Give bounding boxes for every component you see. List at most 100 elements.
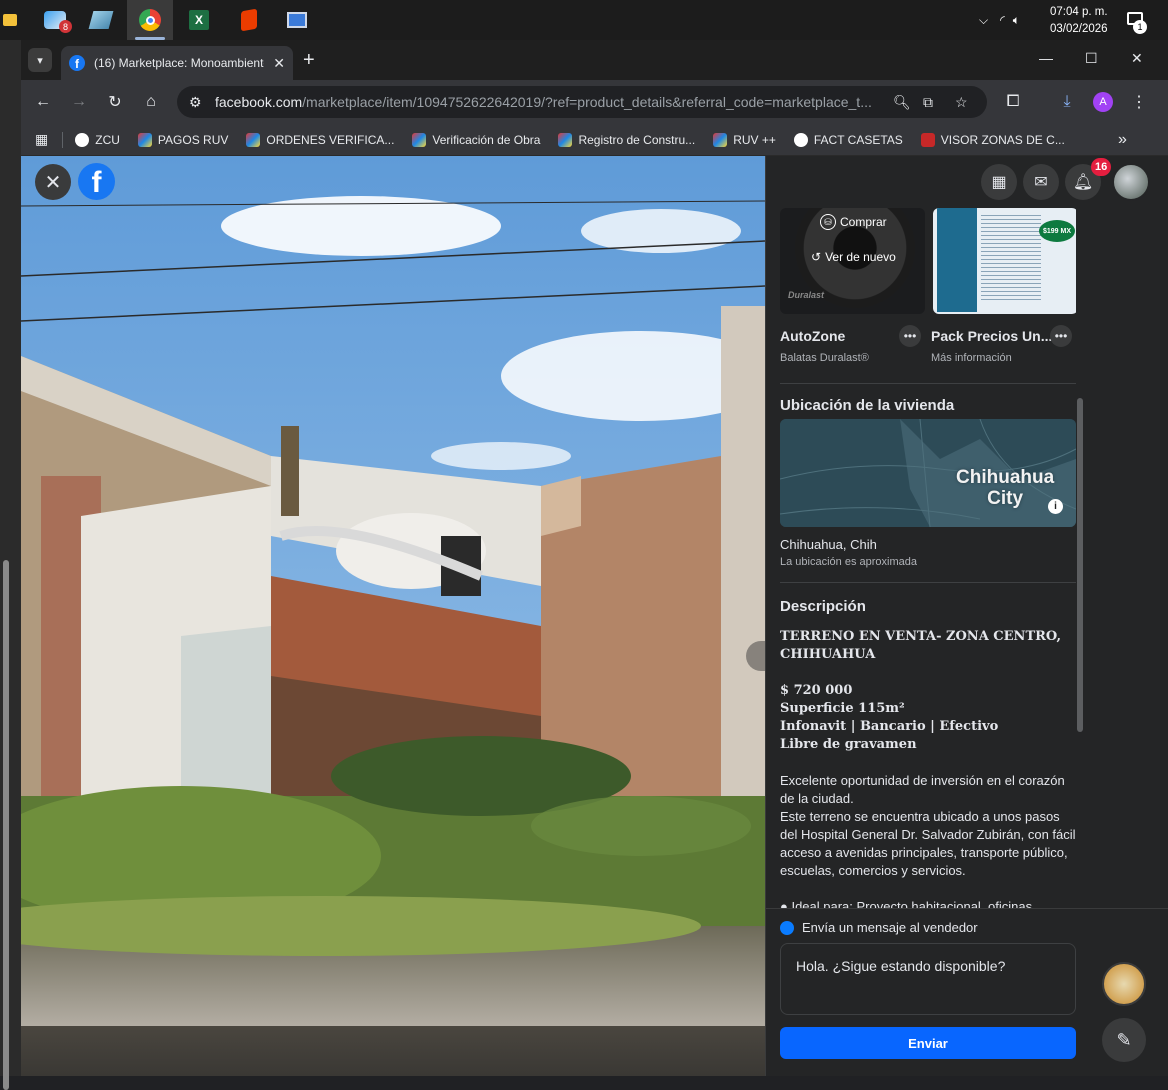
volume-icon[interactable]: 🔈︎: [1013, 13, 1020, 28]
profile-avatar[interactable]: A: [1093, 92, 1113, 112]
listing-photo-viewer: ✕ f: [21, 156, 765, 1076]
address-bar[interactable]: ⚙ facebook.com /marketplace/item/1094752…: [177, 86, 987, 118]
description-price: $ 720 000: [780, 683, 853, 698]
forward-button[interactable]: →: [67, 90, 91, 114]
map-city-label: Chihuahua City: [956, 467, 1054, 509]
bookmark-item[interactable]: PAGOS RUV: [137, 132, 228, 147]
excel-taskbar-button[interactable]: X: [176, 0, 222, 40]
new-message-button[interactable]: ✎: [1102, 1018, 1146, 1062]
account-avatar[interactable]: [1112, 163, 1150, 201]
bookmark-item[interactable]: ZCU: [75, 132, 120, 147]
clock-time: 07:04 p. m.: [1050, 6, 1108, 18]
photo-thumbnail-strip: [21, 1026, 765, 1076]
browser-toolbar: ← → ↻ ⌂ ⚙ facebook.com /marketplace/item…: [21, 80, 1168, 124]
menu-button[interactable]: ▦: [981, 164, 1017, 200]
wifi-icon[interactable]: ◜: [1000, 13, 1005, 27]
bookmark-item[interactable]: RUV ++: [713, 132, 776, 147]
downloads-button[interactable]: ⤓: [1055, 90, 1079, 114]
close-icon: ✕: [44, 171, 62, 194]
menu-button[interactable]: ⋮: [1127, 90, 1151, 114]
buy-label: Comprar: [840, 215, 887, 229]
bookmark-label: ORDENES VERIFICA...: [266, 132, 395, 147]
bookmark-label: RUV ++: [733, 132, 776, 147]
facebook-logo[interactable]: f: [78, 163, 115, 200]
chrome-taskbar-button[interactable]: [127, 0, 173, 40]
buy-overlay-button[interactable]: ⛁ Comprar: [820, 214, 887, 230]
ad-flyer-image: [937, 208, 977, 312]
bookmarks-overflow-button[interactable]: »: [1118, 131, 1127, 149]
background-window-edge: [0, 40, 21, 1090]
install-app-icon[interactable]: ⧉: [923, 94, 933, 111]
ad-subtitle[interactable]: Más información: [931, 352, 1012, 364]
close-window-button[interactable]: ✕: [1131, 50, 1143, 67]
description-paragraph: Este terreno se encuentra ubicado a unos…: [780, 809, 1076, 878]
mail-badge: 8: [59, 20, 72, 33]
maximize-button[interactable]: ☐: [1085, 50, 1098, 67]
bookmark-item[interactable]: Verificación de Obra: [412, 132, 541, 147]
taskbar-clock[interactable]: 07:04 p. m. 03/02/2026: [1050, 4, 1108, 38]
site-info-icon[interactable]: ⚙: [189, 94, 202, 111]
ad-options-button[interactable]: •••: [899, 325, 921, 347]
ad-options-button[interactable]: •••: [1050, 325, 1072, 347]
replay-overlay-button[interactable]: ↺ Ver de nuevo: [811, 250, 896, 264]
office-taskbar-button[interactable]: [226, 0, 272, 40]
extensions-button[interactable]: ⧠: [1001, 90, 1025, 114]
chrome-window: ▾ f (16) Marketplace: Monoambiente ✕ + —…: [21, 40, 1168, 1076]
description-payment: Infonavit | Bancario | Efectivo: [780, 719, 999, 734]
reload-button[interactable]: ↻: [103, 90, 127, 114]
close-listing-button[interactable]: ✕: [35, 164, 71, 200]
send-button[interactable]: Enviar: [780, 1027, 1076, 1059]
bookmark-item[interactable]: FACT CASETAS: [793, 132, 903, 147]
ad-subtitle: Balatas Duralast®: [780, 352, 869, 364]
tab-marketplace[interactable]: f (16) Marketplace: Monoambiente ✕: [61, 46, 293, 80]
ellipsis-icon: •••: [903, 329, 917, 343]
mail-taskbar-button[interactable]: 8: [32, 0, 78, 40]
bookmark-item[interactable]: ORDENES VERIFICA...: [246, 132, 395, 147]
minimize-button[interactable]: —: [1039, 50, 1053, 66]
ruv-icon: [713, 132, 728, 147]
details-scroll-area[interactable]: ⛁ Comprar ↺ Ver de nuevo Duralast $199 MX…: [780, 208, 1076, 908]
bookmark-label: FACT CASETAS: [813, 132, 903, 147]
ad-title[interactable]: Pack Precios Un...: [931, 328, 1052, 344]
description-paragraph: Excelente oportunidad de inversión en el…: [780, 773, 1065, 806]
excel-icon: X: [189, 10, 209, 30]
chat-head-avatar[interactable]: [1102, 962, 1146, 1006]
new-tab-button[interactable]: +: [303, 49, 315, 72]
back-button[interactable]: ←: [31, 90, 55, 114]
clock-date: 03/02/2026: [1050, 23, 1108, 35]
section-divider: [780, 383, 1076, 384]
location-map[interactable]: Chihuahua City i: [780, 419, 1076, 527]
ad-card-pack-precios[interactable]: $199 MX: [933, 208, 1076, 314]
reload-icon: ↻: [108, 94, 122, 111]
notes-taskbar-button[interactable]: [78, 0, 124, 40]
tab-close-icon[interactable]: ✕: [273, 55, 285, 72]
tab-search-button[interactable]: ▾: [28, 48, 52, 72]
replay-label: Ver de nuevo: [825, 250, 896, 264]
message-input[interactable]: Hola. ¿Sigue estando disponible?: [780, 943, 1076, 1015]
grid-menu-icon: ▦: [991, 174, 1007, 191]
apps-grid-icon[interactable]: ▦: [35, 131, 48, 148]
notification-badge: 16: [1091, 158, 1112, 176]
info-icon[interactable]: i: [1048, 499, 1063, 514]
bookmark-label: ZCU: [95, 132, 120, 147]
home-icon: ⌂: [146, 93, 156, 110]
bookmark-item[interactable]: Registro de Constru...: [558, 132, 695, 147]
ad-card-autozone[interactable]: ⛁ Comprar ↺ Ver de nuevo Duralast: [780, 208, 925, 314]
zoom-icon[interactable]: 🔍︎: [893, 94, 911, 111]
bookmark-star-icon[interactable]: ☆: [955, 94, 968, 111]
bookmark-label: Verificación de Obra: [432, 132, 541, 147]
file-explorer-taskbar-button[interactable]: [0, 0, 20, 40]
listing-photo: [21, 156, 765, 1026]
location-name: Chihuahua, Chih: [780, 537, 877, 552]
composer-label-text: Envía un mensaje al vendedor: [802, 920, 978, 935]
chevron-up-icon[interactable]: ⌵: [979, 13, 988, 28]
network-app-taskbar-button[interactable]: [274, 0, 320, 40]
details-scrollbar[interactable]: [1077, 398, 1083, 732]
ruv-icon: [412, 132, 427, 147]
url-path: /marketplace/item/1094752622642019/?ref=…: [302, 94, 872, 110]
ad-title[interactable]: AutoZone: [780, 328, 845, 344]
bookmark-item[interactable]: VISOR ZONAS DE C...: [920, 132, 1065, 147]
puzzle-icon: ⧠: [1006, 93, 1020, 110]
messenger-button[interactable]: ✉: [1023, 164, 1059, 200]
home-button[interactable]: ⌂: [139, 90, 163, 114]
